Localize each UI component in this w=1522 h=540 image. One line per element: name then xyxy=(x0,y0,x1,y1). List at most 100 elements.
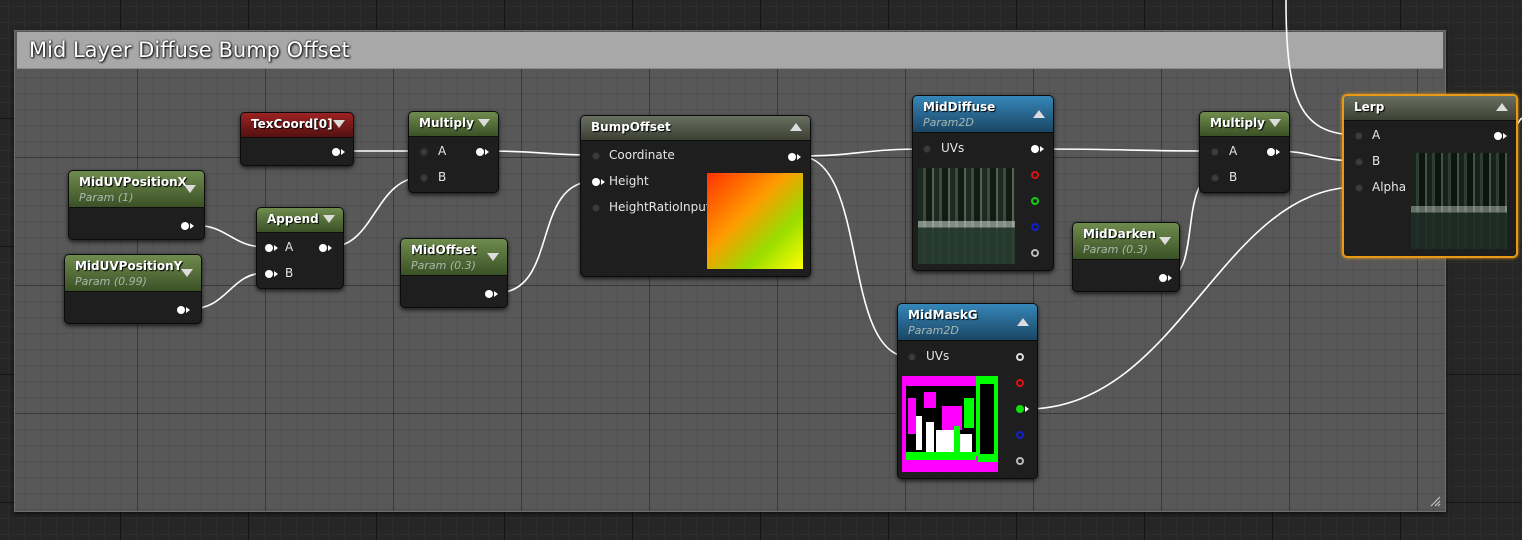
node-mid-darken[interactable]: MidDarken Param (0.3) xyxy=(1072,222,1180,292)
collapse-chevron-icon[interactable] xyxy=(333,120,345,128)
output-pin-b[interactable] xyxy=(1031,223,1039,231)
pin-label-b: B xyxy=(1372,154,1381,168)
node-texcoord[interactable]: TexCoord[0] xyxy=(240,112,354,166)
node-header[interactable]: TexCoord[0] xyxy=(241,113,353,138)
output-pin-r[interactable] xyxy=(1016,379,1024,387)
collapse-chevron-icon[interactable] xyxy=(478,119,490,127)
output-arrow-icon xyxy=(341,149,345,155)
output-pin[interactable] xyxy=(319,244,327,252)
pin-label-a: A xyxy=(1229,144,1238,158)
output-pin-r[interactable] xyxy=(1031,171,1039,179)
collapse-chevron-icon[interactable] xyxy=(181,269,193,277)
node-multiply-2[interactable]: Multiply A B xyxy=(1199,111,1290,193)
input-pin-coordinate[interactable] xyxy=(592,152,600,160)
node-mid-uv-position-y[interactable]: MidUVPositionY Param (0.99) xyxy=(64,254,202,324)
input-arrow-icon xyxy=(274,271,278,277)
node-header[interactable]: MidDarken Param (0.3) xyxy=(1073,223,1179,260)
output-pin[interactable] xyxy=(1267,148,1275,156)
node-header[interactable]: Lerp xyxy=(1344,96,1516,121)
output-pin-a[interactable] xyxy=(1031,249,1039,257)
node-header[interactable]: MidOffset Param (0.3) xyxy=(401,239,507,276)
output-arrow-icon xyxy=(1040,146,1044,152)
pin-label-b: B xyxy=(1229,170,1238,184)
input-pin-a[interactable] xyxy=(1355,132,1363,140)
input-pin-b[interactable] xyxy=(420,174,428,182)
node-lerp[interactable]: Lerp A B Alpha xyxy=(1342,94,1518,258)
pin-label-a: A xyxy=(285,240,294,254)
output-pin[interactable] xyxy=(485,290,493,298)
input-pin-height-ratio[interactable] xyxy=(592,204,600,212)
output-arrow-icon xyxy=(1276,149,1280,155)
mid-diffuse-preview xyxy=(918,168,1015,264)
output-pin-rgb[interactable] xyxy=(1016,353,1024,361)
node-header[interactable]: Multiply xyxy=(1200,112,1289,137)
pin-label-a: A xyxy=(438,144,447,158)
node-title: TexCoord[0] xyxy=(251,117,333,131)
output-pin-g[interactable] xyxy=(1016,405,1024,413)
bump-offset-preview xyxy=(707,173,803,269)
node-multiply-1[interactable]: Multiply A B xyxy=(408,111,499,193)
node-mid-diffuse[interactable]: MidDiffuse Param2D UVs xyxy=(912,95,1054,271)
input-pin-height[interactable] xyxy=(592,178,600,186)
input-pin-a[interactable] xyxy=(265,244,273,252)
output-pin-b[interactable] xyxy=(1016,431,1024,439)
node-header[interactable]: MidDiffuse Param2D xyxy=(913,96,1053,133)
input-pin-b[interactable] xyxy=(1355,158,1363,166)
expand-chevron-icon[interactable] xyxy=(1017,318,1029,326)
node-header[interactable]: MidMaskG Param2D xyxy=(898,304,1037,341)
output-pin[interactable] xyxy=(1159,274,1167,282)
node-mid-mask-g[interactable]: MidMaskG Param2D UVs xyxy=(897,303,1038,479)
output-pin[interactable] xyxy=(332,148,340,156)
pin-label-b: B xyxy=(285,266,294,280)
expand-chevron-icon[interactable] xyxy=(790,123,802,131)
output-pin[interactable] xyxy=(788,153,796,161)
input-pin-alpha[interactable] xyxy=(1355,184,1363,192)
collapse-chevron-icon[interactable] xyxy=(1269,119,1281,127)
node-title: Multiply xyxy=(419,116,474,130)
collapse-chevron-icon[interactable] xyxy=(184,185,196,193)
output-arrow-icon xyxy=(190,223,194,229)
collapse-chevron-icon[interactable] xyxy=(487,253,499,261)
output-pin-a[interactable] xyxy=(1016,457,1024,465)
node-subtitle: Param (0.3) xyxy=(411,259,476,272)
comment-title-bar[interactable]: Mid Layer Diffuse Bump Offset xyxy=(17,32,1443,69)
output-pin[interactable] xyxy=(1494,132,1502,140)
resize-handle-icon[interactable] xyxy=(1429,495,1441,507)
input-pin-a[interactable] xyxy=(1211,148,1219,156)
node-bump-offset[interactable]: BumpOffset Coordinate Height HeightRatio… xyxy=(580,115,811,277)
pin-label-coordinate: Coordinate xyxy=(609,148,675,162)
input-pin-uvs[interactable] xyxy=(908,353,916,361)
input-pin-b[interactable] xyxy=(265,270,273,278)
node-title: Multiply xyxy=(1210,116,1265,130)
input-pin-a[interactable] xyxy=(420,148,428,156)
expand-chevron-icon[interactable] xyxy=(1033,110,1045,118)
pin-label-a: A xyxy=(1372,128,1381,142)
node-append[interactable]: Append A B xyxy=(256,207,344,289)
input-pin-uvs[interactable] xyxy=(923,145,931,153)
input-arrow-icon xyxy=(274,245,278,251)
node-header[interactable]: Append xyxy=(257,208,343,233)
collapse-chevron-icon[interactable] xyxy=(1159,237,1171,245)
pin-label-uvs: UVs xyxy=(941,141,965,155)
output-pin-rgb[interactable] xyxy=(1031,145,1039,153)
node-subtitle: Param (0.99) xyxy=(75,275,147,288)
node-title: MidDarken xyxy=(1083,227,1156,241)
node-header[interactable]: Multiply xyxy=(409,112,498,137)
node-title: Lerp xyxy=(1354,100,1385,114)
node-header[interactable]: MidUVPositionY Param (0.99) xyxy=(65,255,201,292)
expand-chevron-icon[interactable] xyxy=(1496,103,1508,111)
input-pin-b[interactable] xyxy=(1211,174,1219,182)
output-pin[interactable] xyxy=(181,222,189,230)
node-subtitle: Param (0.3) xyxy=(1083,243,1148,256)
node-mid-offset[interactable]: MidOffset Param (0.3) xyxy=(400,238,508,308)
input-arrow-icon xyxy=(601,179,605,185)
output-pin[interactable] xyxy=(177,306,185,314)
node-header[interactable]: BumpOffset xyxy=(581,116,810,141)
node-mid-uv-position-x[interactable]: MidUVPositionX Param (1) xyxy=(68,170,205,240)
output-arrow-icon xyxy=(485,149,489,155)
pin-label-uvs: UVs xyxy=(926,349,950,363)
collapse-chevron-icon[interactable] xyxy=(323,215,335,223)
node-header[interactable]: MidUVPositionX Param (1) xyxy=(69,171,204,208)
output-pin[interactable] xyxy=(476,148,484,156)
output-pin-g[interactable] xyxy=(1031,197,1039,205)
